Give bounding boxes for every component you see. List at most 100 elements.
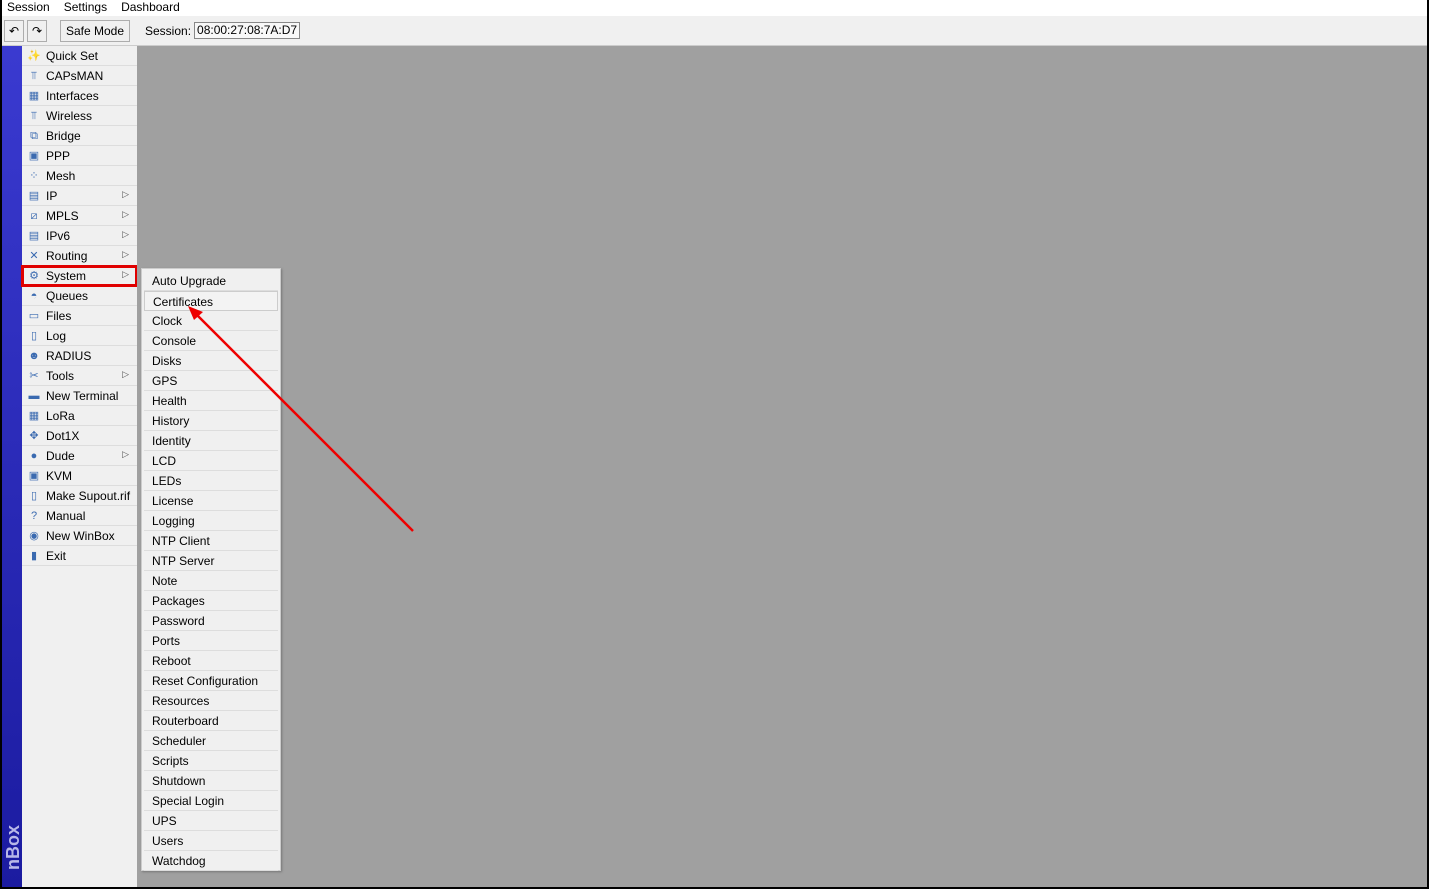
submenu-item-health[interactable]: Health (144, 391, 278, 411)
submenu-item-watchdog[interactable]: Watchdog (144, 851, 278, 871)
sidebar-item-exit[interactable]: ▮ Exit (22, 546, 137, 566)
redo-button[interactable]: ↷ (27, 19, 47, 42)
menu-dashboard[interactable]: Dashboard (121, 0, 180, 16)
sidebar-item-radius[interactable]: ☻ RADIUS (22, 346, 137, 366)
sidebar-item-files[interactable]: ▭ Files (22, 306, 137, 326)
submenu-item-disks[interactable]: Disks (144, 351, 278, 371)
submenu-item-leds[interactable]: LEDs (144, 471, 278, 491)
sidebar-item-lora[interactable]: ▦ LoRa (22, 406, 137, 426)
submenu-item-note[interactable]: Note (144, 571, 278, 591)
sidebar-item-label: MPLS (46, 208, 79, 223)
sidebar-item-ip[interactable]: ▤ IP ▷ (22, 186, 137, 206)
strip-label: nBox (3, 825, 23, 870)
sidebar-item-dot1x[interactable]: ✥ Dot1X (22, 426, 137, 446)
submenu-item-lcd[interactable]: LCD (144, 451, 278, 471)
sidebar-item-log[interactable]: ▯ Log (22, 326, 137, 346)
sidebar-item-label: Mesh (46, 168, 76, 183)
sidebar-item-capsman[interactable]: ⫪ CAPsMAN (22, 66, 137, 86)
sidebar-item-wireless[interactable]: ⫪ Wireless (22, 106, 137, 126)
nic-icon: ▦ (28, 409, 40, 422)
submenu-arrow-icon: ▷ (122, 269, 129, 279)
file-icon: ▯ (30, 489, 38, 502)
sidebar-item-interfaces[interactable]: ▦ Interfaces (22, 86, 137, 106)
mpls-icon: ⧄ (30, 209, 38, 222)
submenu-item-clock[interactable]: Clock (144, 311, 278, 331)
submenu-item-shutdown[interactable]: Shutdown (144, 771, 278, 791)
submenu-item-packages[interactable]: Packages (144, 591, 278, 611)
toolbar: ↶ ↷ Safe Mode Session: 08:00:27:08:7A:D7 (2, 16, 1427, 46)
menu-session[interactable]: Session (7, 0, 50, 16)
sidebar-item-ppp[interactable]: ▣ PPP (22, 146, 137, 166)
submenu-item-license[interactable]: License (144, 491, 278, 511)
sidebar-item-new-winbox[interactable]: ◉ New WinBox (22, 526, 137, 546)
undo-button[interactable]: ↶ (4, 19, 24, 42)
sidebar-item-kvm[interactable]: ▣ KVM (22, 466, 137, 486)
submenu-item-resources[interactable]: Resources (144, 691, 278, 711)
sidebar-item-bridge[interactable]: ⧉ Bridge (22, 126, 137, 146)
ip-icon: ▤ (28, 189, 40, 202)
submenu-item-logging[interactable]: Logging (144, 511, 278, 531)
submenu-item-gps[interactable]: GPS (144, 371, 278, 391)
submenu-item-ups[interactable]: UPS (144, 811, 278, 831)
tools-icon: ✂ (29, 369, 39, 382)
menu-settings[interactable]: Settings (64, 0, 107, 16)
sidebar-item-label: Routing (46, 248, 88, 263)
terminal-icon: ▬ (28, 389, 40, 402)
sidebar-item-new-terminal[interactable]: ▬ New Terminal (22, 386, 137, 406)
submenu-item-identity[interactable]: Identity (144, 431, 278, 451)
exit-icon: ▮ (30, 549, 38, 562)
antenna-icon: ⫪ (30, 69, 38, 82)
submenu-arrow-icon: ▷ (122, 209, 129, 219)
submenu-item-routerboard[interactable]: Routerboard (144, 711, 278, 731)
submenu-arrow-icon: ▷ (122, 189, 129, 199)
sidebar-item-label: Queues (46, 288, 89, 303)
safe-mode-button[interactable]: Safe Mode (60, 19, 130, 42)
submenu-item-certificates[interactable]: Certificates (144, 291, 278, 311)
dude-icon: ● (30, 449, 38, 462)
submenu-item-reset-configuration[interactable]: Reset Configuration (144, 671, 278, 691)
sidebar-item-mpls[interactable]: ⧄ MPLS ▷ (22, 206, 137, 226)
submenu-item-console[interactable]: Console (144, 331, 278, 351)
system-submenu: Auto Upgrade Certificates Clock Console Disk… (141, 268, 281, 871)
sidebar-item-mesh[interactable]: ⁘ Mesh (22, 166, 137, 186)
submenu-item-scheduler[interactable]: Scheduler (144, 731, 278, 751)
sidebar-item-label: IPv6 (46, 228, 71, 243)
sidebar-item-label: Dot1X (46, 428, 80, 443)
sidebar-item-label: RADIUS (46, 348, 92, 363)
sidebar-item-manual[interactable]: ? Manual (22, 506, 137, 526)
menubar: Session Settings Dashboard (2, 0, 1427, 16)
sidebar-item-ipv6[interactable]: ▤ IPv6 ▷ (22, 226, 137, 246)
submenu-item-auto-upgrade[interactable]: Auto Upgrade (144, 271, 278, 291)
sidebar-item-tools[interactable]: ✂ Tools ▷ (22, 366, 137, 386)
submenu-arrow-icon: ▷ (122, 229, 129, 239)
sidebar-item-label: KVM (46, 468, 73, 483)
submenu-arrow-icon: ▷ (122, 369, 129, 379)
submenu-item-ntp-server[interactable]: NTP Server (144, 551, 278, 571)
sidebar-item-label: PPP (46, 148, 71, 163)
routing-icon: ✕ (29, 249, 39, 262)
help-icon: ? (30, 509, 38, 522)
sidebar-item-make-supout-rif[interactable]: ▯ Make Supout.rif (22, 486, 137, 506)
antenna-icon: ⫪ (30, 109, 38, 122)
sidebar-item-label: IP (46, 188, 58, 203)
redo-icon: ↷ (31, 23, 43, 38)
sidebar-item-label: Wireless (46, 108, 93, 123)
sidebar-item-queues[interactable]: ◓ Queues (22, 286, 137, 306)
submenu-item-ntp-client[interactable]: NTP Client (144, 531, 278, 551)
sidebar-item-quick-set[interactable]: ✨ Quick Set (22, 46, 137, 66)
sidebar-item-label: Tools (46, 368, 75, 383)
sidebar-item-label: System (46, 268, 87, 283)
sidebar-item-system[interactable]: ⚙ System ▷ (21, 265, 138, 287)
sidebar-item-routing[interactable]: ✕ Routing ▷ (22, 246, 137, 266)
submenu-item-users[interactable]: Users (144, 831, 278, 851)
session-label: Session: (145, 23, 192, 38)
submenu-item-history[interactable]: History (144, 411, 278, 431)
submenu-item-ports[interactable]: Ports (144, 631, 278, 651)
submenu-item-special-login[interactable]: Special Login (144, 791, 278, 811)
submenu-item-password[interactable]: Password (144, 611, 278, 631)
gauge-icon: ◓ (30, 289, 38, 302)
gear-icon: ⚙ (29, 269, 39, 282)
submenu-item-scripts[interactable]: Scripts (144, 751, 278, 771)
submenu-item-reboot[interactable]: Reboot (144, 651, 278, 671)
sidebar-item-dude[interactable]: ● Dude ▷ (22, 446, 137, 466)
